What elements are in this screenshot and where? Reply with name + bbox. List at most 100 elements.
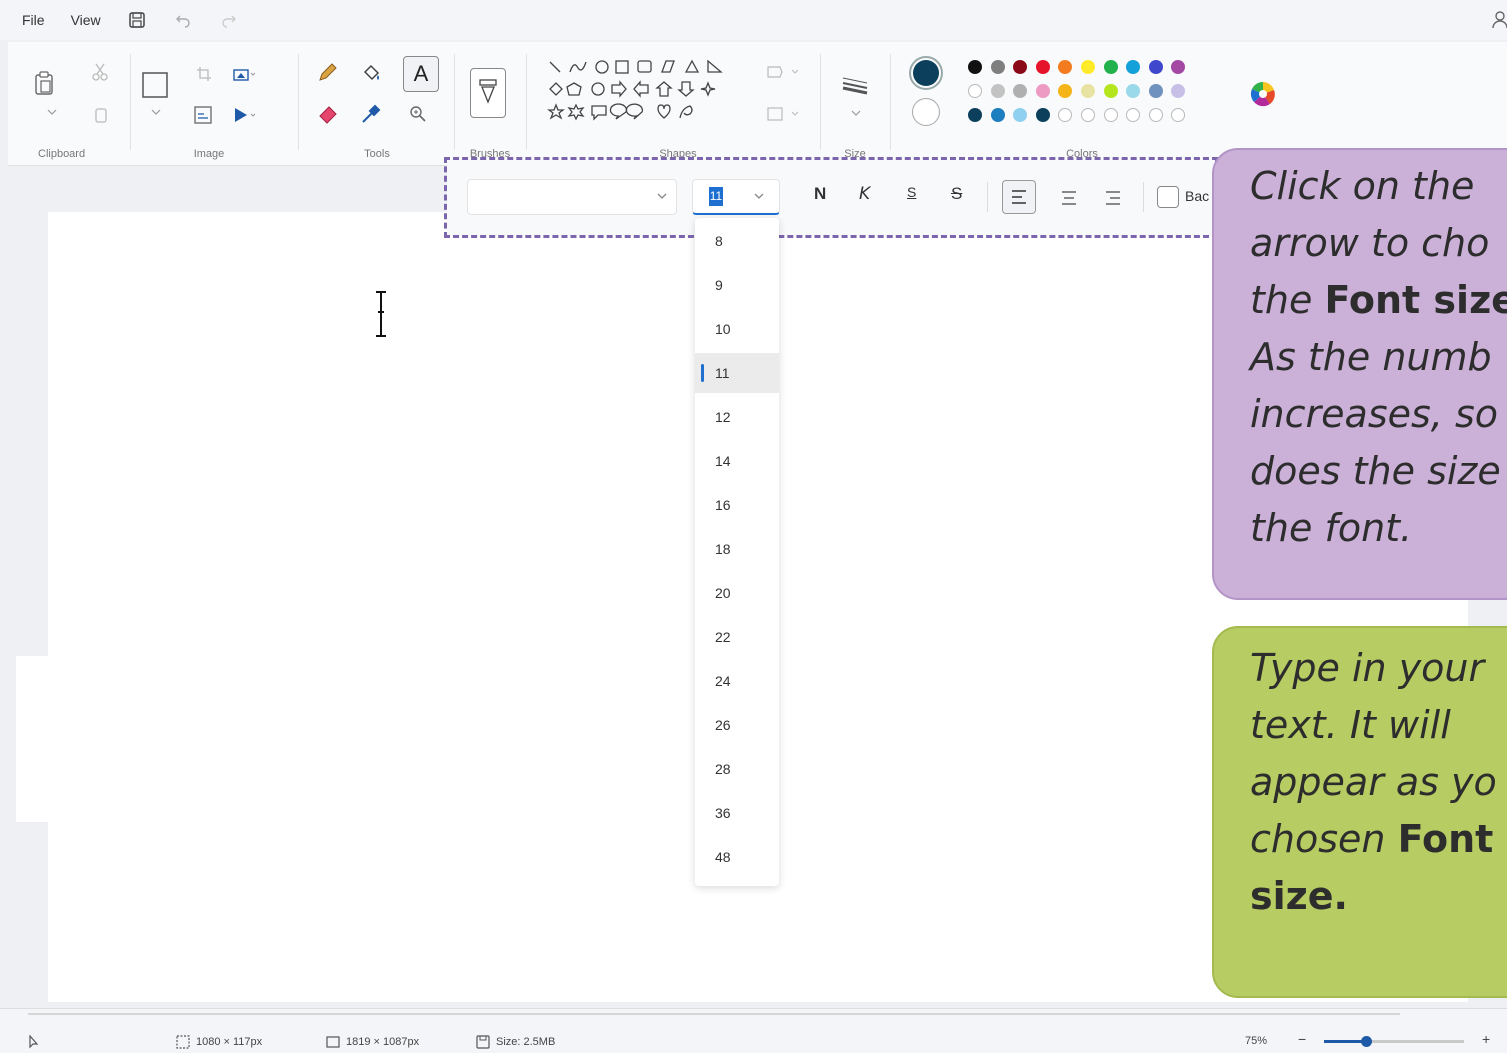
crop-icon[interactable] [194,64,214,84]
color-swatch[interactable] [1081,108,1095,122]
font-family-select[interactable] [467,179,677,215]
shape-fill-icon[interactable] [766,104,806,124]
background-checkbox[interactable] [1157,186,1179,208]
callout-text: Click on the [1250,164,1475,208]
color-swatch[interactable] [990,60,1005,74]
pencil-icon[interactable] [314,60,340,86]
separator [987,182,988,212]
paste-chevron-icon[interactable] [46,106,58,118]
select-chevron-icon[interactable] [150,106,162,118]
italic-button[interactable]: K [859,184,870,204]
resize-icon[interactable] [232,64,256,84]
color-swatch[interactable] [1103,60,1118,74]
secondary-color-icon[interactable] [912,98,940,126]
font-size-option[interactable]: 8 [695,221,779,261]
stroke-size-icon[interactable] [840,72,870,98]
edit-colors-icon[interactable] [1249,80,1277,108]
brush-icon[interactable] [470,68,506,118]
color-swatch[interactable] [990,108,1005,122]
color-swatch[interactable] [1081,60,1095,74]
undo-icon[interactable] [173,10,193,30]
eraser-icon[interactable] [316,102,340,126]
text-tool-icon: A [413,61,429,86]
magnifier-icon[interactable] [406,102,430,126]
color-swatch[interactable] [1013,108,1028,122]
strikethrough-button[interactable]: S [951,184,962,204]
color-swatch[interactable] [1126,84,1141,98]
color-swatch[interactable] [1103,84,1118,98]
redo-icon[interactable] [219,10,239,30]
color-swatch[interactable] [1148,84,1163,98]
size-chevron-icon[interactable] [850,108,862,118]
font-size-option[interactable]: 26 [695,705,779,745]
font-size-option[interactable]: 24 [695,661,779,701]
font-size-value[interactable]: 11 [709,187,723,206]
text-tool-button[interactable]: A [403,56,439,92]
color-swatch[interactable] [1058,108,1073,122]
primary-color-icon[interactable] [909,56,943,90]
color-swatch[interactable] [1058,84,1073,98]
shape-outline-icon[interactable] [766,62,806,82]
font-size-option[interactable]: 14 [695,441,779,481]
separator [298,54,299,150]
color-swatch[interactable] [1148,108,1163,122]
zoom-out-icon[interactable]: − [1298,1031,1306,1047]
font-size-option[interactable]: 16 [695,485,779,525]
color-swatch[interactable] [1035,60,1050,74]
align-center-icon[interactable] [1054,182,1084,212]
menu-view[interactable]: View [71,12,101,28]
color-swatch[interactable] [1035,84,1050,98]
color-swatch[interactable] [968,60,982,74]
font-size-option[interactable]: 11 [695,353,779,393]
color-swatch[interactable] [1171,60,1186,74]
font-size-option[interactable]: 18 [695,529,779,569]
color-swatch[interactable] [968,84,982,98]
horizontal-scrollbar[interactable] [28,1013,1400,1015]
color-swatch[interactable] [1126,60,1141,74]
underline-button[interactable]: S [907,184,916,200]
color-picker-icon[interactable] [358,102,382,126]
paste-icon[interactable] [32,68,56,98]
align-right-icon[interactable] [1098,182,1128,212]
color-swatch[interactable] [1035,108,1050,122]
color-swatch[interactable] [1013,84,1028,98]
account-icon[interactable] [1491,10,1507,30]
zoom-slider-thumb[interactable] [1361,1036,1372,1047]
cut-icon[interactable] [90,62,110,82]
shapes-gallery-icon[interactable] [546,58,756,128]
color-swatch[interactable] [1013,60,1028,74]
color-swatch[interactable] [1171,84,1186,98]
color-swatch[interactable] [1171,108,1186,122]
font-size-select[interactable]: 11 [692,179,780,215]
font-size-option[interactable]: 9 [695,265,779,305]
fill-icon[interactable] [358,60,384,86]
copy-icon[interactable] [90,104,110,126]
align-left-button[interactable] [1002,180,1036,214]
font-size-option[interactable]: 20 [695,573,779,613]
color-swatch[interactable] [1126,108,1141,122]
font-size-option[interactable]: 36 [695,793,779,833]
color-swatch[interactable] [1081,84,1095,98]
rotate-icon[interactable] [232,104,258,126]
image-properties-icon[interactable] [192,104,214,126]
menu-file[interactable]: File [22,12,45,28]
color-swatch[interactable] [1148,60,1163,74]
color-swatch[interactable] [1103,108,1118,122]
zoom-slider[interactable] [1324,1036,1464,1047]
font-size-option[interactable]: 28 [695,749,779,789]
font-size-option[interactable]: 12 [695,397,779,437]
clipboard-group: Clipboard [18,42,128,166]
font-size-option[interactable]: 10 [695,309,779,349]
color-swatch[interactable] [990,84,1005,98]
font-size-option[interactable]: 48 [695,837,779,877]
zoom-level-text[interactable]: 75% [1245,1035,1267,1047]
bold-button[interactable]: N [814,184,826,204]
color-swatch[interactable] [968,108,982,122]
chevron-down-icon[interactable] [753,190,765,202]
font-size-option[interactable]: 22 [695,617,779,657]
select-icon[interactable] [140,70,170,100]
separator [1143,182,1144,212]
color-swatch[interactable] [1058,60,1073,74]
save-icon[interactable] [127,10,147,30]
zoom-in-icon[interactable]: + [1482,1031,1490,1047]
